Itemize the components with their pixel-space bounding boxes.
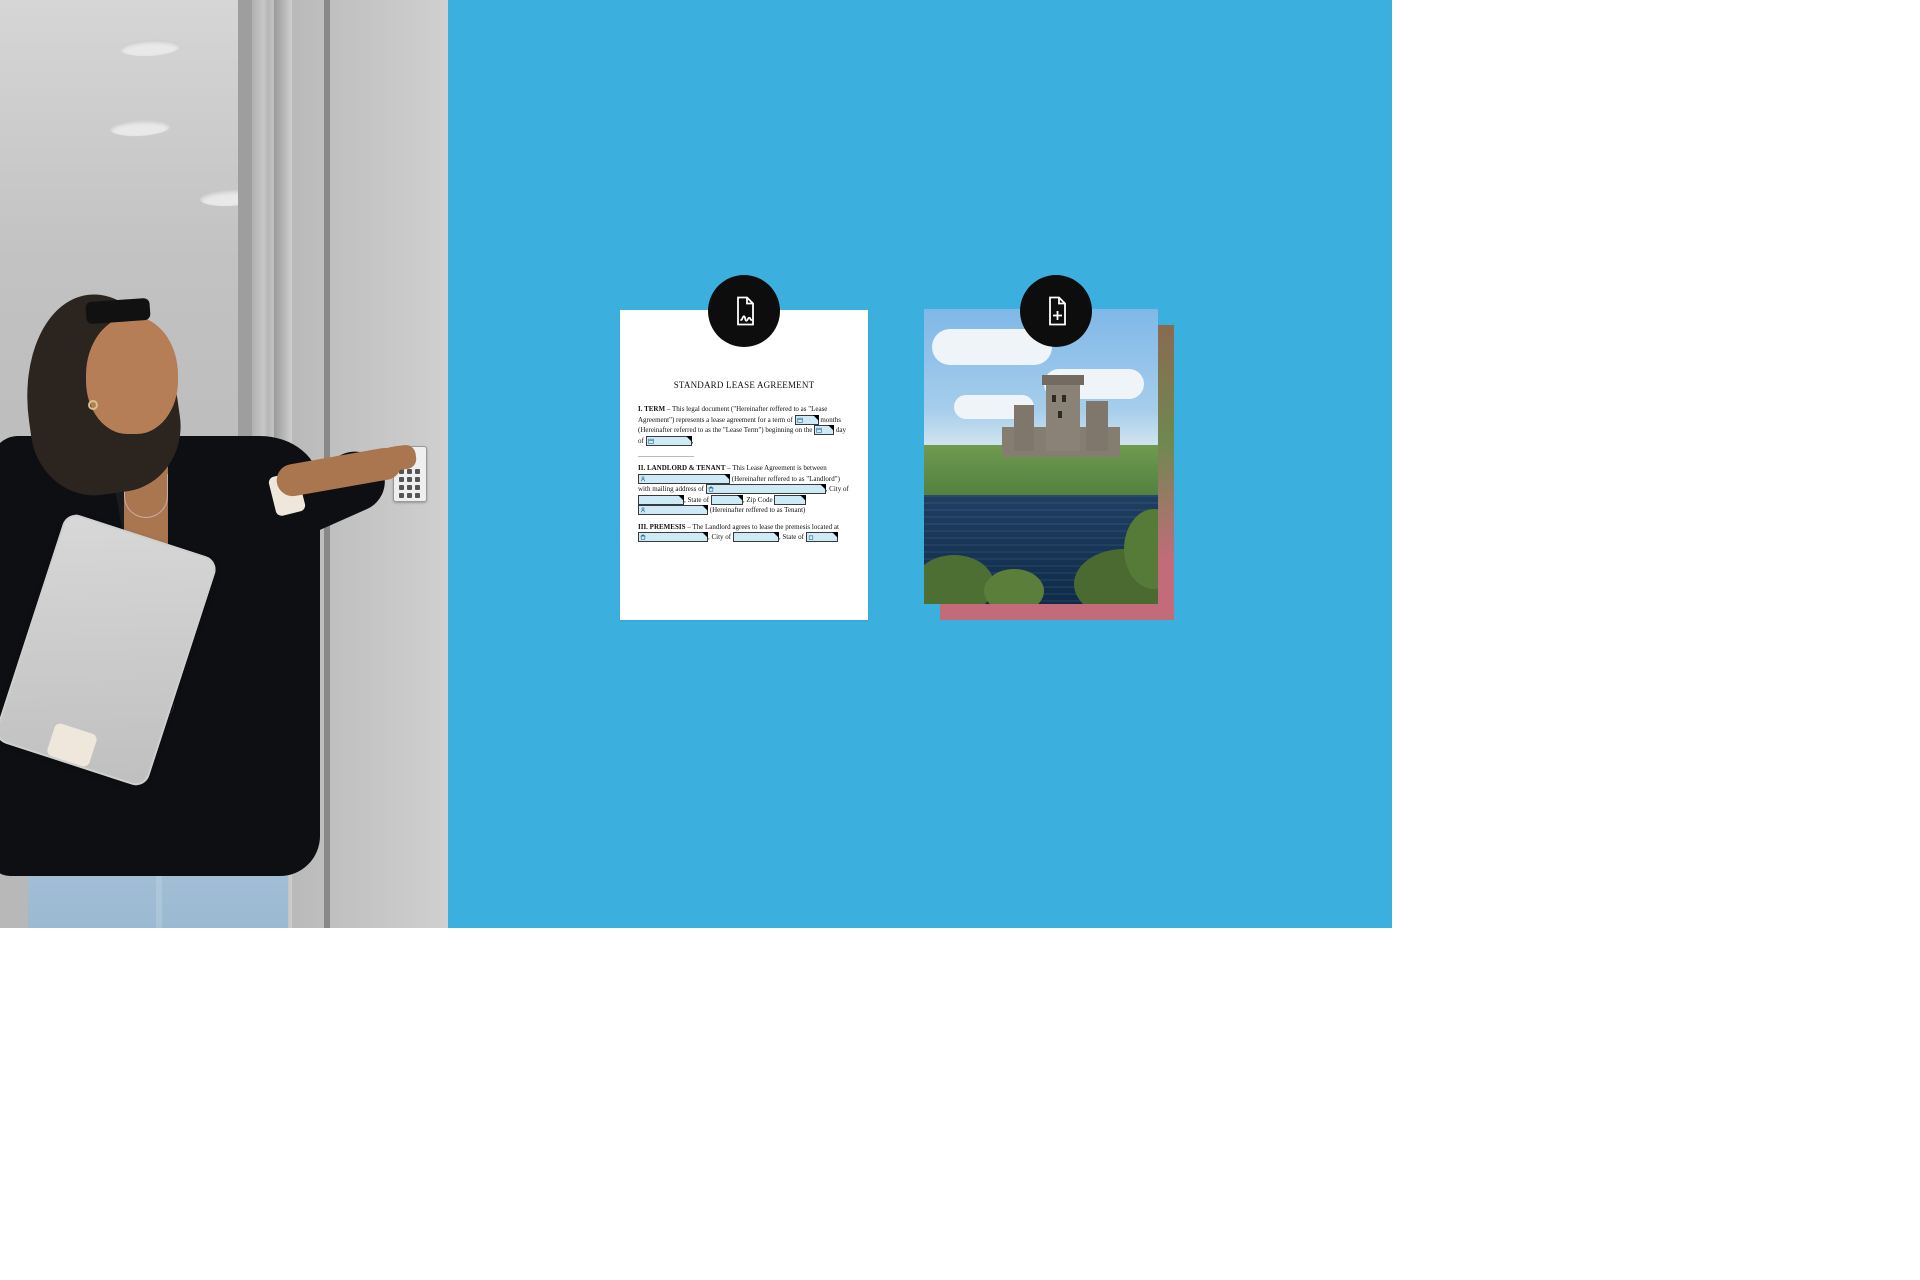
section-label: I. TERM: [638, 405, 665, 413]
field-state[interactable]: [711, 495, 743, 505]
person: [0, 260, 420, 928]
section-term: I. TERM – This legal document ("Hereinaf…: [638, 404, 850, 446]
section-label: III. PREMESIS: [638, 523, 685, 531]
document-add-icon: [1020, 275, 1092, 347]
field-day[interactable]: [814, 425, 834, 435]
field-zip[interactable]: [774, 495, 806, 505]
document-sign-icon: [708, 275, 780, 347]
photo-stack: [924, 309, 1174, 620]
document-title: STANDARD LEASE AGREEMENT: [638, 380, 850, 390]
section-premises: III. PREMESIS – The Landlord agrees to l…: [638, 522, 850, 543]
field-month[interactable]: [646, 436, 692, 446]
field-months[interactable]: [795, 415, 819, 425]
photo-front: [924, 309, 1158, 604]
field-premises-address[interactable]: [638, 532, 708, 542]
hero-photo: [0, 0, 448, 928]
section-parties: II. LANDLORD & TENANT – This Lease Agree…: [638, 463, 850, 516]
castle: [1002, 381, 1120, 467]
field-address[interactable]: [706, 484, 826, 494]
field-premises-state[interactable]: [806, 532, 838, 542]
field-city[interactable]: [638, 495, 684, 505]
field-premises-city[interactable]: [733, 532, 779, 542]
lease-document-card: STANDARD LEASE AGREEMENT I. TERM – This …: [620, 310, 868, 620]
field-landlord-name[interactable]: [638, 474, 730, 484]
divider: [638, 456, 694, 457]
promo-graphic: STANDARD LEASE AGREEMENT I. TERM – This …: [0, 0, 1392, 928]
document-body: I. TERM – This legal document ("Hereinaf…: [638, 404, 850, 543]
section-label: II. LANDLORD & TENANT: [638, 464, 725, 472]
field-tenant-name[interactable]: [638, 505, 708, 515]
